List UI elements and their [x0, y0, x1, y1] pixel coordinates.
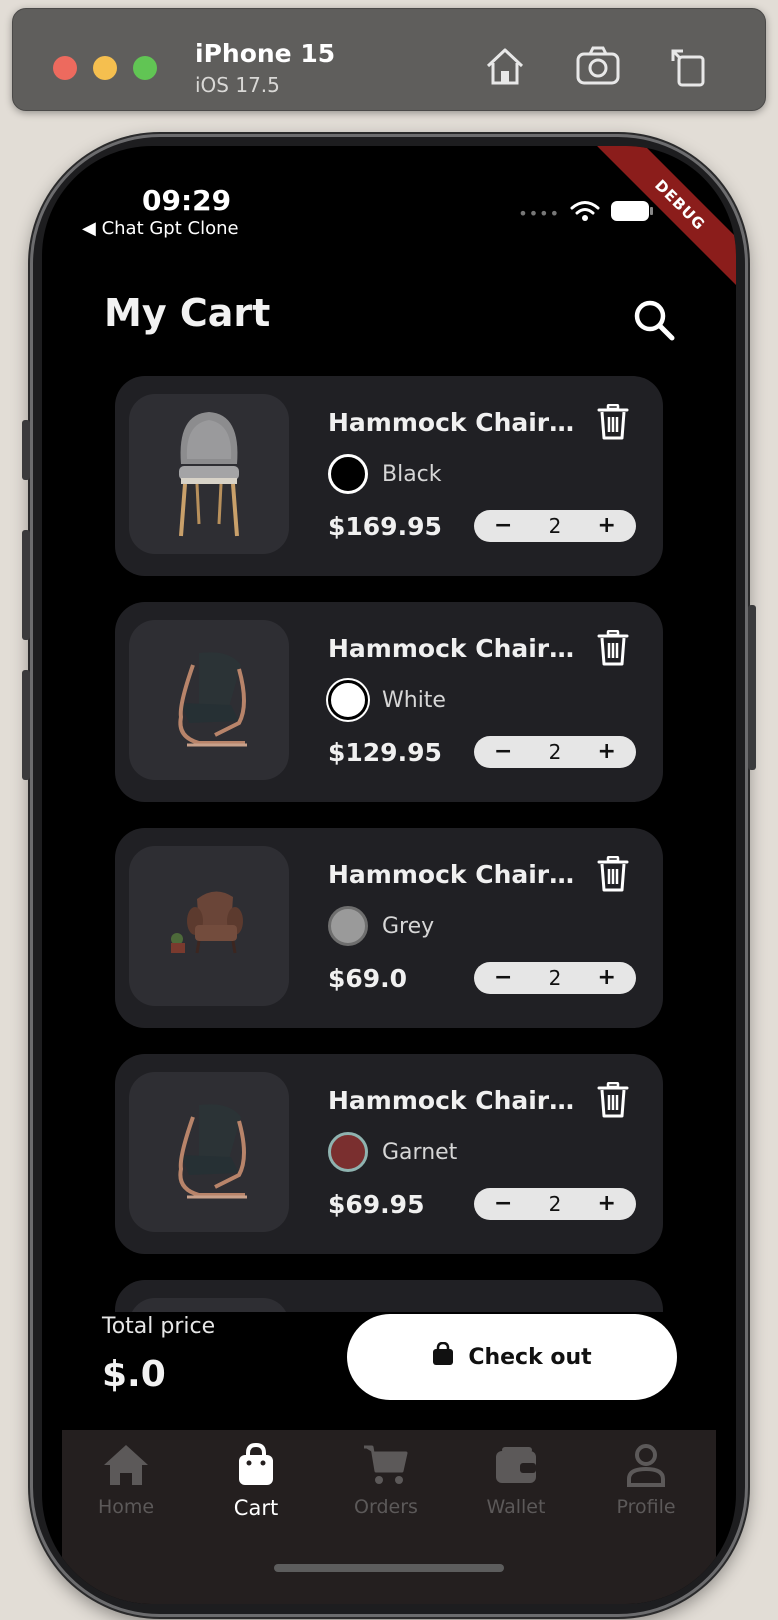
mute-switch: [22, 420, 30, 480]
color-label: Grey: [382, 914, 435, 939]
home-indicator[interactable]: [274, 1564, 504, 1572]
color-swatch: [328, 906, 368, 946]
total-price-value: $.0: [102, 1354, 166, 1395]
cart-item-card[interactable]: Hammock Chair 55 Grey $69.0 − 2 +: [115, 828, 663, 1028]
shopping-bag-icon: [196, 1440, 316, 1490]
color-swatch: [328, 1132, 368, 1172]
product-price: $169.95: [328, 512, 442, 541]
nav-cart[interactable]: Cart: [196, 1440, 316, 1520]
quantity-value: 2: [548, 966, 562, 990]
screenshot-icon[interactable]: [573, 41, 623, 91]
nav-profile[interactable]: Profile: [586, 1440, 706, 1518]
page-title: My Cart: [104, 291, 271, 335]
quantity-value: 2: [548, 740, 562, 764]
product-price: $69.95: [328, 1190, 425, 1219]
quantity-stepper: − 2 +: [474, 1188, 636, 1220]
increment-button[interactable]: +: [598, 1193, 616, 1215]
color-label: Garnet: [382, 1140, 458, 1165]
person-icon: [586, 1440, 706, 1490]
simulator-os-version: iOS 17.5: [195, 73, 280, 97]
signal-dots-icon: ••••: [518, 203, 560, 223]
trash-icon[interactable]: [597, 1081, 629, 1118]
quantity-stepper: − 2 +: [474, 510, 636, 542]
quantity-value: 2: [548, 514, 562, 538]
home-icon: [66, 1440, 186, 1490]
checkout-label: Check out: [468, 1344, 592, 1370]
quantity-stepper: − 2 +: [474, 962, 636, 994]
back-to-app-link[interactable]: ◀ Chat Gpt Clone: [82, 218, 239, 239]
volume-up-button: [22, 530, 30, 640]
trash-icon[interactable]: [597, 855, 629, 892]
status-time: 09:29: [142, 184, 232, 217]
zoom-window-button[interactable]: [133, 56, 157, 80]
color-label: Black: [382, 462, 442, 487]
increment-button[interactable]: +: [598, 515, 616, 537]
increment-button[interactable]: +: [598, 741, 616, 763]
home-icon[interactable]: [480, 41, 530, 91]
product-image: [129, 1072, 289, 1232]
wallet-icon: [456, 1440, 576, 1490]
cart-item-card[interactable]: [115, 1280, 663, 1312]
product-image: [129, 620, 289, 780]
rotate-icon[interactable]: [665, 41, 715, 91]
bottom-navigation: Home Cart Orders Wallet Profile: [62, 1430, 716, 1604]
battery-icon: [610, 200, 654, 226]
nav-orders[interactable]: Orders: [326, 1440, 446, 1518]
simulator-toolbar: iPhone 15 iOS 17.5: [12, 8, 766, 111]
cart-item-card[interactable]: Hammock Chair 77... Black $169.95 − 2 +: [115, 376, 663, 576]
nav-home[interactable]: Home: [66, 1440, 186, 1518]
shopping-bag-icon: [432, 1341, 454, 1372]
quantity-stepper: − 2 +: [474, 736, 636, 768]
nav-label: Wallet: [486, 1496, 546, 1518]
search-icon[interactable]: [630, 296, 678, 344]
product-name: Hammock Chair 66: [328, 634, 582, 663]
product-name: Hammock Chair 145: [328, 1086, 582, 1115]
increment-button[interactable]: +: [598, 967, 616, 989]
nav-wallet[interactable]: Wallet: [456, 1440, 576, 1518]
nav-label: Orders: [354, 1496, 418, 1518]
cart-icon: [326, 1440, 446, 1490]
cart-list[interactable]: Hammock Chair 77... Black $169.95 − 2 +: [115, 376, 663, 1312]
simulator-device-name: iPhone 15: [195, 39, 336, 68]
quantity-value: 2: [548, 1192, 562, 1216]
color-swatch: [328, 680, 368, 720]
minimize-window-button[interactable]: [93, 56, 117, 80]
decrement-button[interactable]: −: [494, 515, 512, 537]
app-screen: 09:29 ◀ Chat Gpt Clone •••• DEBUG My Car…: [42, 146, 736, 1604]
wifi-icon: [570, 200, 600, 226]
product-price: $129.95: [328, 738, 442, 767]
checkout-button[interactable]: Check out: [347, 1314, 677, 1400]
product-image: [129, 846, 289, 1006]
cart-item-card[interactable]: Hammock Chair 145 Garnet $69.95 − 2 +: [115, 1054, 663, 1254]
color-label: White: [382, 688, 446, 713]
color-swatch: [328, 454, 368, 494]
decrement-button[interactable]: −: [494, 1193, 512, 1215]
volume-down-button: [22, 670, 30, 780]
product-price: $69.0: [328, 964, 408, 993]
cart-item-card[interactable]: Hammock Chair 66 White $129.95 − 2 +: [115, 602, 663, 802]
status-indicators: ••••: [518, 200, 654, 226]
product-name: Hammock Chair 77...: [328, 408, 582, 437]
product-image: [129, 394, 289, 554]
product-name: Hammock Chair 55: [328, 860, 582, 889]
power-button: [748, 605, 756, 770]
nav-label: Cart: [233, 1496, 279, 1520]
trash-icon[interactable]: [597, 403, 629, 440]
nav-label: Profile: [616, 1496, 676, 1518]
decrement-button[interactable]: −: [494, 967, 512, 989]
decrement-button[interactable]: −: [494, 741, 512, 763]
nav-label: Home: [97, 1496, 155, 1518]
product-image: [129, 1298, 289, 1312]
total-price-label: Total price: [102, 1314, 216, 1339]
trash-icon[interactable]: [597, 629, 629, 666]
close-window-button[interactable]: [53, 56, 77, 80]
